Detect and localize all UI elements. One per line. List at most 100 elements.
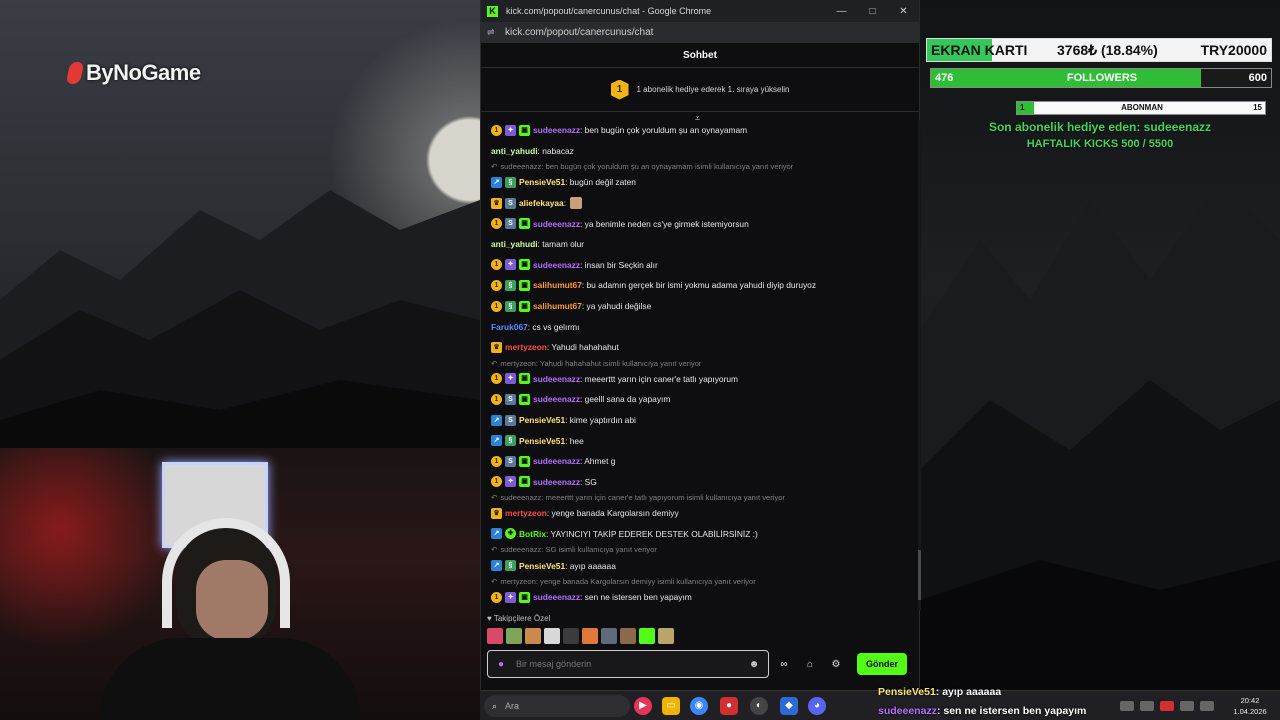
emote-icon[interactable] [582,628,598,644]
moderator-badge-icon[interactable]: ↗ [491,414,502,426]
emote-icon[interactable] [563,628,579,644]
emote-icon[interactable] [620,628,636,644]
url-text[interactable]: kick.com/popout/canercunus/chat [505,27,653,38]
file-explorer-icon[interactable]: ▭ [662,697,680,715]
reply-context[interactable]: ↶ sudeeenazz: meeerttt yarın için caner'e… [491,492,917,503]
gift-badge-icon[interactable]: ▣ [519,476,530,488]
chat-message[interactable]: ↗ § PensieVe51: ayıp aaaaaa [491,555,917,576]
reply-context[interactable]: ↶ sudeeenazz: ben bugün çok yoruldum şu a… [491,161,917,172]
taskbar-search[interactable]: ⌕ Ara [484,695,630,717]
chat-message[interactable]: anti_yahudi: nabacaz [491,141,917,162]
steam-icon[interactable]: ◐ [750,697,768,715]
chat-username[interactable]: mertyzeon [505,508,547,518]
moderator-badge-icon[interactable]: ↗ [491,435,502,447]
crown-badge-icon[interactable]: ♛ [491,341,502,353]
address-bar[interactable]: ⇌ kick.com/popout/canercunus/chat [481,22,919,43]
chat-username[interactable]: PensieVe51 [519,436,565,446]
subscriber-badge-icon[interactable]: § [505,279,516,291]
chat-message[interactable]: ↗ ✚ BotRix: YAYINCIYI TAKİP EDEREK DESTEK … [491,524,917,545]
gift-badge-icon[interactable]: ▣ [519,259,530,271]
subscriber-badge-icon[interactable]: ✦ [505,373,516,385]
subscriber-badge-icon[interactable]: ✦ [505,124,516,136]
chat-username[interactable]: sudeeenazz [533,125,580,135]
emote-icon[interactable] [639,628,655,644]
subscriber-badge-icon[interactable]: S [505,218,516,230]
gift-badge-icon[interactable]: ▣ [519,591,530,603]
chat-username[interactable]: sudeeenazz [533,592,580,602]
gift-badge-icon[interactable]: ▣ [519,124,530,136]
minimize-button[interactable]: — [826,6,857,17]
chat-input-box[interactable]: ● ☻ [487,650,769,678]
coin-badge-icon[interactable]: 1 [491,279,502,291]
chat-username[interactable]: mertyzeon [505,342,547,352]
gift-badge-icon[interactable]: ▣ [519,279,530,291]
chrome-icon[interactable]: ◉ [690,697,708,715]
subscriber-badge-icon[interactable]: S [505,393,516,405]
emote-icon[interactable] [601,628,617,644]
kicks-icon[interactable]: ∞ [773,659,795,670]
chat-username[interactable]: sudeeenazz [533,394,580,404]
crown-badge-icon[interactable]: ♛ [491,197,502,209]
subscriber-badge-icon[interactable]: S [505,414,516,426]
subscriber-badge-icon[interactable]: ✦ [505,476,516,488]
subscriber-badge-icon[interactable]: S [505,455,516,467]
chat-username[interactable]: PensieVe51 [519,561,565,571]
chat-message[interactable]: 1 ✦ ▣ sudeeenazz: ben bugün çok yoruldum şu… [491,120,917,141]
coin-badge-icon[interactable]: 1 [491,259,502,271]
coin-badge-icon[interactable]: 1 [491,476,502,488]
chat-message[interactable]: 1 § ▣ salihumut67: bu adamın gerçek bir ism… [491,275,917,296]
microphone-icon[interactable]: ● [498,659,504,670]
tray-icon[interactable] [1120,701,1134,711]
chat-username[interactable]: sudeeenazz [533,219,580,229]
volume-icon[interactable] [1200,701,1214,711]
subscriber-badge-icon[interactable]: § [505,300,516,312]
coin-badge-icon[interactable]: 1 [491,373,502,385]
chat-message[interactable]: 1 ✦ ▣ sudeeenazz: meeerttt yarın için caner… [491,369,917,390]
tray-icon[interactable] [1140,701,1154,711]
chat-username[interactable]: sudeeenazz [533,477,580,487]
subscriber-badge-icon[interactable]: § [505,560,516,572]
chat-message[interactable]: ♛ Saliefekayaa: [491,193,917,214]
reply-context[interactable]: ↶ sudeeenazz: SG isimli kullanıcıya yanıt… [491,544,917,555]
subscriber-badge-icon[interactable]: § [505,435,516,447]
gift-badge-icon[interactable]: ▣ [519,373,530,385]
bot-badge-icon[interactable]: ✚ [505,528,516,540]
coin-badge-icon[interactable]: 1 [491,300,502,312]
gift-badge-icon[interactable]: ▣ [519,455,530,467]
moderator-badge-icon[interactable]: ↗ [491,560,502,572]
chat-message[interactable]: Faruk067: cs vs gelırmı [491,316,917,337]
chat-message-input[interactable] [516,659,746,669]
chat-username[interactable]: anti_yahudi [491,146,538,156]
close-button[interactable]: ✕ [888,6,919,17]
chat-message[interactable]: ♛ mertyzeon: yenge banada Kargolarsın dem… [491,503,917,524]
chat-message[interactable]: 1 § ▣ salihumut67: ya yahudi değilse [491,296,917,317]
emote-icon[interactable] [487,628,503,644]
chat-message[interactable]: anti_yahudi: tamam olur [491,234,917,255]
chat-username[interactable]: BotRix [519,529,546,539]
chat-message[interactable]: 1 ✦ ▣ sudeeenazz: sen ne istersen ben yapay… [491,587,917,608]
maximize-button[interactable]: □ [857,6,888,17]
crown-badge-icon[interactable]: ♛ [491,507,502,519]
emoji-icon[interactable]: ☻ [746,659,762,670]
chat-message[interactable]: 1 S ▣ sudeeenazz: Ahmet g [491,451,917,472]
chat-username[interactable]: sudeeenazz [533,456,580,466]
chat-username[interactable]: sudeeenazz [533,374,580,384]
app-icon[interactable]: ◆ [780,697,798,715]
chat-message[interactable]: 1 S ▣ sudeeenazz: ya benimle neden cs'ye gi… [491,213,917,234]
coin-badge-icon[interactable]: 1 [491,124,502,136]
chat-username[interactable]: sudeeenazz [533,260,580,270]
chat-username[interactable]: salihumut67 [533,280,582,290]
media-app-icon[interactable]: ▶ [634,697,652,715]
subscriber-badge-icon[interactable]: S [505,197,516,209]
chat-username[interactable]: PensieVe51 [519,415,565,425]
subscriber-badge-icon[interactable]: § [505,176,516,188]
moderator-badge-icon[interactable]: ↗ [491,528,502,540]
chat-message[interactable]: ↗ S PensieVe51: kime yaptırdın abi [491,410,917,431]
chat-message[interactable]: 1 ✦ ▣ sudeeenazz: SG [491,472,917,493]
coin-badge-icon[interactable]: 1 [491,218,502,230]
system-clock[interactable]: 20:42 1.04.2026 [1220,695,1280,717]
chat-username[interactable]: aliefekayaa [519,198,564,208]
moderator-badge-icon[interactable]: ↗ [491,176,502,188]
send-button[interactable]: Gönder [857,653,907,675]
chat-message[interactable]: ♛ mertyzeon: Yahudi hahahahut [491,337,917,358]
